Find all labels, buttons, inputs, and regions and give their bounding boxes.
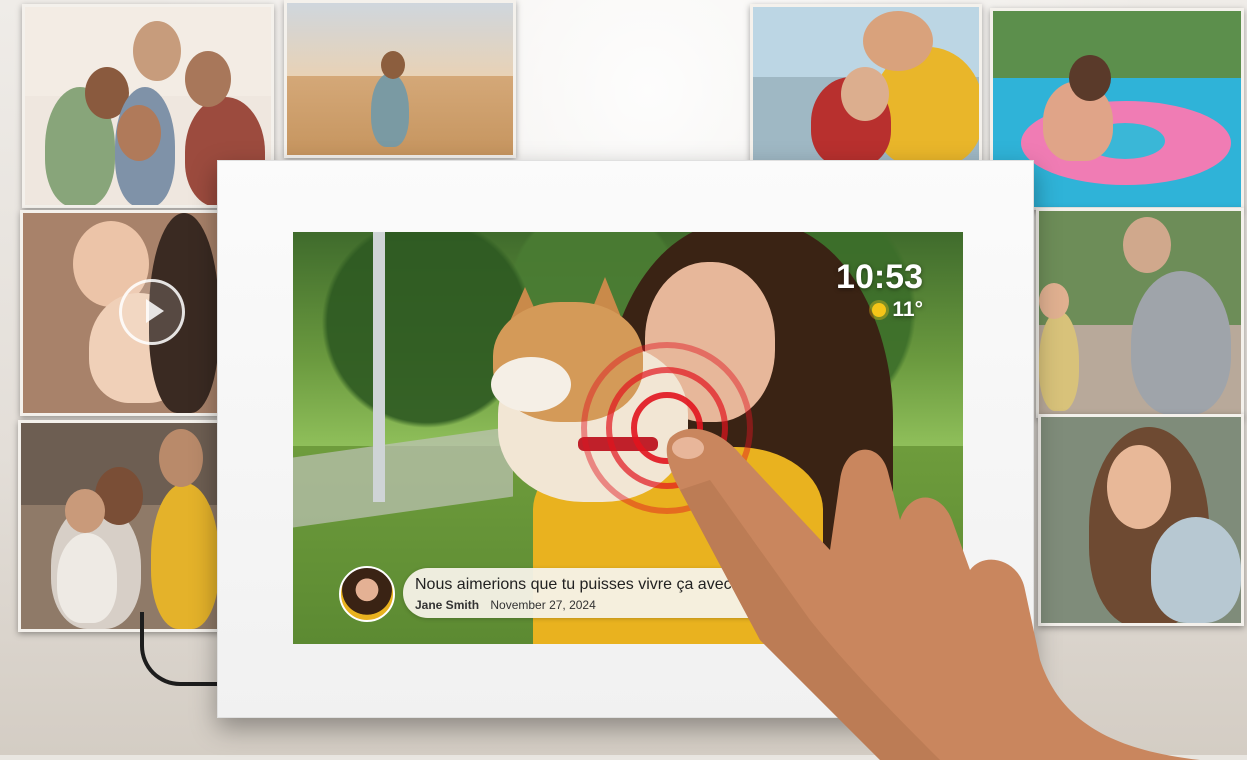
play-icon[interactable] (119, 279, 185, 345)
weather-readout: 11° (836, 298, 923, 322)
hand-illustration (666, 428, 1200, 760)
family-baby-photo (18, 420, 222, 632)
clock-widget: 10:53 11° (836, 260, 923, 322)
lamp-pole (373, 232, 385, 502)
dog-muzzle (491, 357, 571, 412)
beach-mother-child-photo (750, 4, 982, 166)
sun-icon (872, 303, 887, 317)
clock-time: 10:53 (836, 258, 923, 296)
sender-avatar (339, 566, 395, 622)
desert-traveler-photo (284, 0, 516, 158)
baby-video-photo (20, 210, 222, 416)
message-author: Jane Smith (415, 598, 480, 612)
fingernail (672, 437, 704, 459)
message-date: November 27, 2024 (490, 598, 596, 612)
grandfather-highfive-photo (1036, 208, 1244, 418)
message-meta: Jane Smith November 27, 2024 (415, 598, 596, 612)
temperature: 11° (892, 298, 923, 321)
